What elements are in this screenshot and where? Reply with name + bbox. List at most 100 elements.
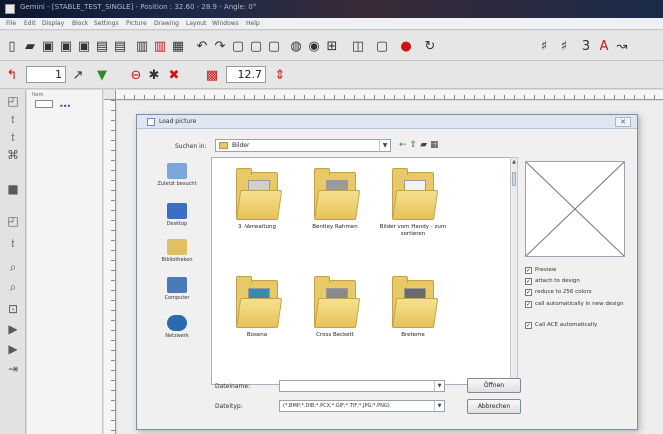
value-box-1[interactable]: 1 <box>26 66 66 83</box>
paste-icon[interactable]: ▢ <box>248 38 264 54</box>
call-automatically-checkbox[interactable]: ✓ call automatically in new design <box>525 301 635 308</box>
menu-file[interactable]: File <box>6 20 16 27</box>
grid-dots-icon[interactable]: ◉ <box>306 38 322 54</box>
open-folder-icon[interactable]: ▰ <box>22 38 38 54</box>
value-box-2[interactable]: 12.7 <box>226 66 266 83</box>
checkbox-checked-icon[interactable]: ✓ <box>525 267 532 274</box>
place-desktop[interactable]: Desktop <box>143 203 211 227</box>
place-libraries[interactable]: Bibliotheken <box>143 239 211 263</box>
checkbox-checked-icon[interactable]: ✓ <box>525 322 532 329</box>
folder-item[interactable]: Cross Beckett <box>294 276 376 339</box>
zoom-out-icon[interactable]: ⌕ <box>6 280 20 294</box>
height-adjust-icon[interactable]: ⇕ <box>272 67 288 83</box>
save-all-icon[interactable]: ▣ <box>76 38 92 54</box>
menu-display[interactable]: Display <box>42 20 64 27</box>
preview-checkbox[interactable]: ✓ Preview <box>525 267 635 274</box>
needle-icon[interactable]: ▼ <box>94 67 110 83</box>
chevron-down-icon[interactable]: ▼ <box>434 401 444 411</box>
close-icon[interactable]: ✕ <box>615 117 631 127</box>
print-icon[interactable]: ▦ <box>170 38 186 54</box>
menu-edit[interactable]: Edit <box>24 20 36 27</box>
copy-icon[interactable]: ▢ <box>230 38 246 54</box>
menu-settings[interactable]: Settings <box>94 20 119 27</box>
folder-item[interactable]: Bentley Rahmen <box>294 168 376 231</box>
grid-icon[interactable]: ⊞ <box>324 38 340 54</box>
new-folder-icon[interactable]: ▰ <box>420 141 427 150</box>
reduce-colors-checkbox[interactable]: ✓ reduce to 256 colors <box>525 289 635 296</box>
open-button[interactable]: Öffnen <box>467 378 521 393</box>
node-tool-icon[interactable]: ⌘ <box>6 148 20 162</box>
center-icon[interactable]: ◍ <box>288 38 304 54</box>
folder-item[interactable]: Breteme <box>372 276 454 339</box>
mirror-icon[interactable]: ↗ <box>70 67 86 83</box>
menu-layout[interactable]: Layout <box>186 20 206 27</box>
place-recent[interactable]: Zuletzt besucht <box>143 163 211 187</box>
cancel-button[interactable]: Abbrechen <box>467 399 521 414</box>
refresh-icon[interactable]: ↻ <box>422 38 438 54</box>
file-list-scrollbar[interactable]: ▲ <box>510 157 518 385</box>
play-icon[interactable]: ▶ <box>6 322 20 336</box>
delete-icon[interactable]: ▢ <box>266 38 282 54</box>
menu-block[interactable]: Block <box>72 20 88 27</box>
density-icon[interactable]: ▩ <box>204 67 220 83</box>
folder-item[interactable]: Bilder vom Handy - zum sortieren <box>372 168 454 238</box>
save-as-icon[interactable]: ▣ <box>58 38 74 54</box>
folder-item[interactable]: Bosena <box>216 276 298 339</box>
view-menu-icon[interactable]: ▦ <box>430 141 439 150</box>
pointer-icon[interactable]: ↰ <box>4 67 20 83</box>
menu-help[interactable]: Help <box>246 20 260 27</box>
menu-windows[interactable]: Windows <box>212 20 239 27</box>
number-three-icon[interactable]: 3 <box>578 38 594 54</box>
outline-tool-icon[interactable]: 𝔱 <box>6 236 20 250</box>
color-adjust-icon[interactable]: ♯ <box>536 38 552 54</box>
machine-icon[interactable]: ▥ <box>152 38 168 54</box>
image-tool-icon[interactable]: ◰ <box>6 214 20 228</box>
zoom-in-icon[interactable]: ⌕ <box>6 260 20 274</box>
frame-icon[interactable]: ▢ <box>374 38 390 54</box>
import-icon[interactable]: ▤ <box>112 38 128 54</box>
select-tool-icon[interactable]: ◰ <box>6 94 20 108</box>
checkbox-checked-icon[interactable]: ✓ <box>525 278 532 285</box>
scrollbar-thumb[interactable] <box>512 172 516 186</box>
sew-icon[interactable]: ▥ <box>134 38 150 54</box>
split-tool-icon[interactable]: ✱ <box>146 67 162 83</box>
undo-icon[interactable]: ↶ <box>194 38 210 54</box>
zoom-1to1-icon[interactable]: ⊡ <box>6 302 20 316</box>
cut-tool-icon[interactable]: ✖ <box>166 67 182 83</box>
fill-tool-icon[interactable]: ■ <box>6 182 20 196</box>
export-icon[interactable]: ▤ <box>94 38 110 54</box>
save-icon[interactable]: ▣ <box>40 38 56 54</box>
shape-tool-icon[interactable]: 𝔱 <box>6 130 20 144</box>
place-network[interactable]: Netzwerk <box>143 315 211 339</box>
scroll-up-icon[interactable]: ▲ <box>511 159 517 165</box>
folder-label: Bosena <box>246 332 268 338</box>
filetype-dropdown[interactable]: (*.BMP;*.DIB;*.PCX;*.GIF;*.TIF;*.JPG;*.P… <box>279 400 445 412</box>
up-folder-icon[interactable]: ⇧ <box>410 141 418 150</box>
checkbox-checked-icon[interactable]: ✓ <box>525 289 532 296</box>
object-thumbnail[interactable] <box>35 100 53 108</box>
stop-sign-icon[interactable]: ● <box>398 38 414 54</box>
text-tool-icon[interactable]: 𝔱 <box>6 112 20 126</box>
menu-drawing[interactable]: Drawing <box>154 20 179 27</box>
draw-tool-icon[interactable]: ↝ <box>614 38 630 54</box>
folder-item[interactable]: 3 -Verwaltung <box>216 168 298 231</box>
redo-icon[interactable]: ↷ <box>212 38 228 54</box>
split-view-icon[interactable]: ◫ <box>350 38 366 54</box>
checkbox-checked-icon[interactable]: ✓ <box>525 301 532 308</box>
filename-input[interactable]: ▼ <box>279 380 445 392</box>
chevron-down-icon[interactable]: ▼ <box>434 381 444 391</box>
look-in-dropdown[interactable]: Bilder ▼ <box>215 139 391 152</box>
file-list[interactable]: 3 -Verwaltung Bentley Rahmen Bilder vom … <box>211 157 511 385</box>
letter-tool-icon[interactable]: A <box>596 38 612 54</box>
new-file-icon[interactable]: ▯ <box>4 38 20 54</box>
stop-icon[interactable]: ⊖ <box>128 67 144 83</box>
color-replace-icon[interactable]: ♯ <box>556 38 572 54</box>
menu-picture[interactable]: Picture <box>126 20 147 27</box>
play-step-icon[interactable]: ▶ <box>6 342 20 356</box>
call-ace-checkbox[interactable]: ✓ Call ACE automatically <box>525 322 635 329</box>
skip-icon[interactable]: ⇥ <box>6 362 20 376</box>
place-computer[interactable]: Computer <box>143 277 211 301</box>
chevron-down-icon[interactable]: ▼ <box>379 140 390 151</box>
back-arrow-icon[interactable]: ← <box>399 141 407 150</box>
attach-to-design-checkbox[interactable]: ✓ attach to design <box>525 278 635 285</box>
